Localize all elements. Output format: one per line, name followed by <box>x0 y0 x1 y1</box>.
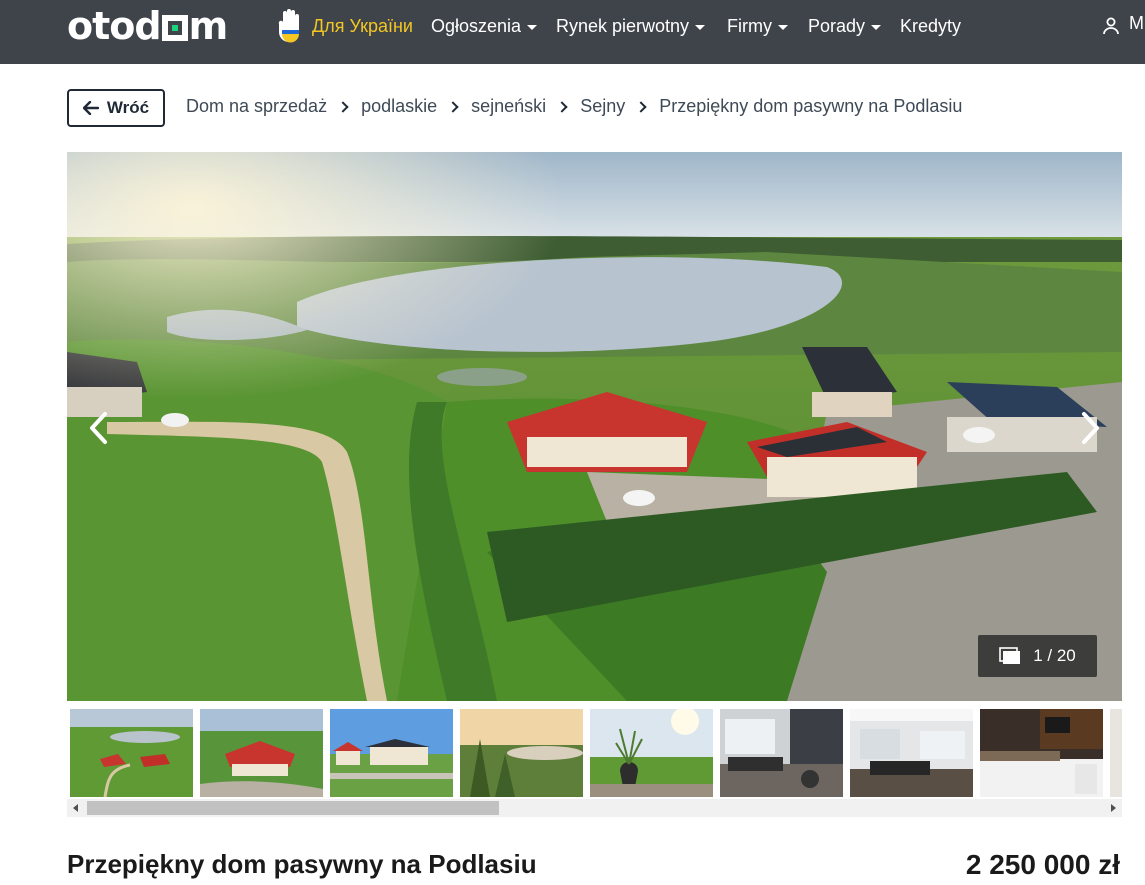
thumbnail-strip <box>67 704 1122 800</box>
breadcrumb-item[interactable]: Sejny <box>580 96 625 117</box>
scroll-left-icon[interactable] <box>73 804 78 812</box>
nav-for-ukraine-label: Для України <box>312 15 413 36</box>
nav-listings-menu[interactable]: Ogłoszenia <box>431 0 538 52</box>
thumbnail[interactable] <box>720 709 843 797</box>
nav-loans-link[interactable]: Kredyty <box>900 0 961 52</box>
nav-advice-menu[interactable]: Porady <box>808 0 882 52</box>
nav-for-ukraine-link[interactable]: Для України <box>312 0 413 52</box>
top-navigation-bar: otod m Для України Ogłoszenia Rynek pierw… <box>0 0 1145 64</box>
photo-counter[interactable]: 1 / 20 <box>978 635 1097 677</box>
listing-title: Przepiękny dom pasywny na Podlasiu <box>67 849 537 879</box>
thumbnail-image <box>70 709 193 797</box>
scrollbar-thumb[interactable] <box>87 801 499 815</box>
nav-companies-menu[interactable]: Firmy <box>727 0 788 52</box>
chevron-right-icon <box>337 100 349 113</box>
breadcrumb: Dom na sprzedaż podlaskie sejneński Sejn… <box>186 96 962 117</box>
thumbnail[interactable] <box>70 709 193 797</box>
thumbnail-scrollbar[interactable] <box>67 799 1122 817</box>
scroll-right-icon[interactable] <box>1111 804 1116 812</box>
chevron-right-icon <box>635 100 647 113</box>
thumbnail[interactable] <box>590 709 713 797</box>
user-icon[interactable] <box>1102 17 1120 35</box>
thumbnail-image <box>200 709 323 797</box>
photos-stack-icon <box>999 647 1021 664</box>
thumbnail[interactable] <box>1110 709 1122 797</box>
thumbnail-image <box>590 709 713 797</box>
logo-square-icon <box>161 15 188 41</box>
thumbnail-image <box>850 709 973 797</box>
thumbnail[interactable] <box>330 709 453 797</box>
thumbnail-image <box>980 709 1103 797</box>
chevron-right-icon <box>447 100 459 113</box>
chevron-down-icon <box>777 24 788 30</box>
nav-listings-label: Ogłoszenia <box>431 15 522 36</box>
thumbnail[interactable] <box>200 709 323 797</box>
breadcrumb-item[interactable]: Dom na sprzedaż <box>186 96 327 117</box>
otodom-logo[interactable]: otod m <box>67 4 229 48</box>
arrow-left-icon <box>82 101 99 115</box>
thumbnail-image <box>1110 709 1122 797</box>
thumbnail-image <box>330 709 453 797</box>
back-button-label: Wróć <box>106 98 150 117</box>
breadcrumb-current: Przepiękny dom pasywny na Podlasiu <box>659 96 963 116</box>
nav-primary-market-menu[interactable]: Rynek pierwotny <box>556 0 706 52</box>
account-menu-label[interactable]: M <box>1129 13 1144 34</box>
photo-counter-text: 1 / 20 <box>1033 646 1076 665</box>
chevron-down-icon <box>695 24 706 30</box>
chevron-right-icon <box>556 100 568 113</box>
next-photo-arrow-icon[interactable] <box>1075 408 1105 448</box>
nav-primary-market-label: Rynek pierwotny <box>556 15 690 36</box>
ukraine-hand-icon[interactable] <box>277 8 303 44</box>
thumbnail[interactable] <box>850 709 973 797</box>
back-button[interactable]: Wróć <box>67 89 165 127</box>
breadcrumb-item[interactable]: sejneński <box>471 96 546 117</box>
thumbnail[interactable] <box>980 709 1103 797</box>
thumbnail-image <box>720 709 843 797</box>
listing-price: 2 250 000 zł <box>965 849 1120 880</box>
thumbnail-image <box>460 709 583 797</box>
main-photo[interactable] <box>67 152 1122 701</box>
logo-text-start: otod <box>67 4 162 48</box>
nav-loans-label: Kredyty <box>900 15 962 36</box>
chevron-down-icon <box>527 24 538 30</box>
nav-advice-label: Porady <box>808 15 866 36</box>
chevron-down-icon <box>871 24 882 30</box>
house-aerial-photo <box>67 152 1122 701</box>
thumbnail[interactable] <box>460 709 583 797</box>
nav-companies-label: Firmy <box>727 15 772 36</box>
logo-text-end: m <box>188 4 229 48</box>
previous-photo-arrow-icon[interactable] <box>84 408 114 448</box>
breadcrumb-item[interactable]: podlaskie <box>361 96 437 117</box>
